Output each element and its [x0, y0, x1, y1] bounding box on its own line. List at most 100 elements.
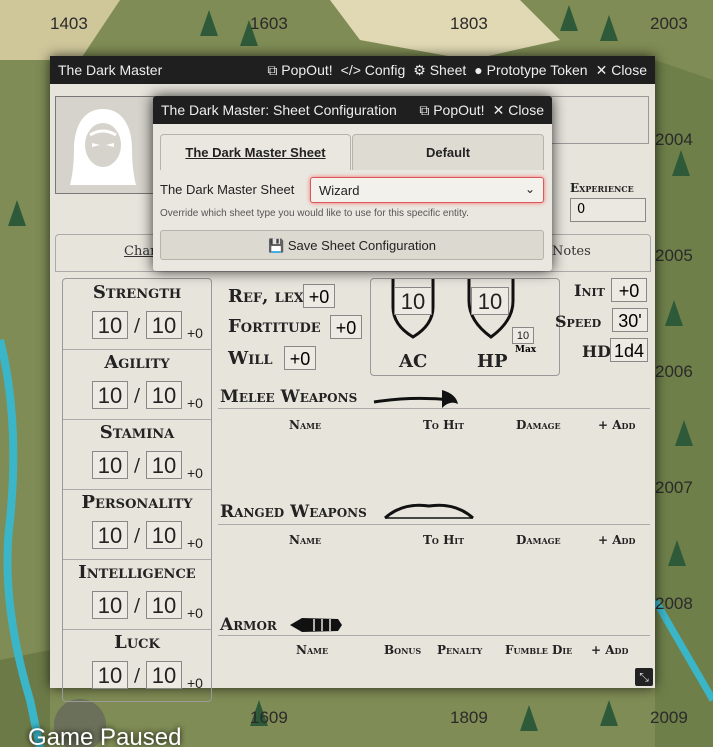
ability-stamina: Stamina 10 / 10 +0	[63, 419, 211, 490]
hp-label: HP	[477, 351, 508, 372]
config-button[interactable]: </> Config	[341, 62, 406, 78]
save-reflex-input[interactable]: +0	[303, 284, 335, 308]
hd-label: HD	[582, 342, 611, 361]
experience-input[interactable]: 0	[570, 198, 646, 222]
save-sheet-config-button[interactable]: 💾 Save Sheet Configuration	[160, 230, 544, 260]
melee-col-name: Name	[289, 418, 322, 432]
ability-label: Stamina	[99, 422, 175, 443]
ability-modifier: +0	[187, 605, 203, 621]
ac-input[interactable]: 10	[394, 287, 432, 315]
ranged-add-button[interactable]: + Add	[598, 533, 635, 547]
ability-max-input[interactable]: 10	[146, 451, 182, 479]
sheet-select-hint: Override which sheet type you would like…	[160, 208, 469, 219]
ability-max-input[interactable]: 10	[146, 591, 182, 619]
config-header[interactable]: The Dark Master: Sheet Configuration ⧉ P…	[153, 96, 552, 124]
ability-modifier: +0	[187, 325, 203, 341]
hex-label: 2007	[655, 478, 693, 497]
ability-current-input[interactable]: 10	[92, 521, 128, 549]
bow-icon	[384, 503, 474, 520]
config-close-button[interactable]: ✕ Close	[493, 102, 544, 119]
ability-label: Strength	[92, 282, 182, 303]
ability-luck: Luck 10 / 10 +0	[63, 629, 211, 699]
sheet-button[interactable]: ⚙ Sheet	[413, 62, 466, 79]
init-input[interactable]: +0	[611, 278, 647, 302]
hp-max-input[interactable]: 10	[512, 327, 534, 344]
armor-col-bonus: Bonus	[384, 643, 422, 657]
ac-label: AC	[399, 351, 428, 372]
ability-max-input[interactable]: 10	[146, 661, 182, 689]
config-title: The Dark Master: Sheet Configuration	[161, 102, 397, 118]
slash-separator: /	[134, 525, 141, 546]
ability-max-input[interactable]: 10	[146, 521, 182, 549]
ability-strength: Strength 10 / 10 +0	[63, 279, 211, 350]
armor-col-fumble: Fumble Die	[505, 643, 573, 657]
ability-label: Intelligence	[78, 562, 196, 583]
abilities-panel: Strength 10 / 10 +0 Agility 10 / 10 +0 S…	[62, 278, 212, 702]
ability-label: Agility	[104, 352, 170, 373]
melee-col-tohit: To Hit	[423, 418, 465, 432]
tab-default[interactable]: Default	[352, 134, 544, 170]
tree-icon	[520, 705, 538, 731]
ranged-col-name: Name	[289, 533, 322, 547]
melee-col-damage: Damage	[516, 418, 561, 432]
chevron-down-icon: ⌄	[524, 182, 535, 196]
speed-input[interactable]: 30'	[612, 308, 648, 332]
experience-label: Experience	[570, 181, 634, 195]
actor-portrait[interactable]	[55, 96, 155, 194]
section-divider	[218, 635, 650, 636]
save-will-input[interactable]: +0	[284, 346, 316, 370]
hex-label: 2003	[650, 14, 688, 33]
armor-col-name: Name	[296, 643, 329, 657]
ability-max-input[interactable]: 10	[146, 311, 182, 339]
hp-input[interactable]: 10	[471, 287, 509, 315]
code-icon: </>	[340, 62, 365, 78]
sheet-type-select[interactable]: Wizard ⌄	[310, 177, 544, 203]
ability-current-input[interactable]: 10	[92, 311, 128, 339]
tab-notes[interactable]: Notes	[552, 244, 591, 259]
armor-add-button[interactable]: + Add	[591, 643, 628, 657]
hex-label: 1403	[50, 14, 88, 33]
tree-icon	[675, 420, 693, 446]
ranged-weapons-title: Ranged Weapons	[220, 502, 367, 522]
prototype-token-button[interactable]: ● Prototype Token	[474, 62, 587, 78]
melee-add-button[interactable]: + Add	[598, 418, 635, 432]
save-will-label: Will	[228, 348, 273, 369]
sheet-select-label: The Dark Master Sheet	[160, 182, 295, 197]
close-icon: ✕	[492, 101, 509, 118]
hex-label: 2008	[655, 594, 693, 613]
hex-label: 2004	[655, 130, 693, 149]
close-icon: ✕	[595, 61, 612, 78]
gear-icon: ⚙	[413, 61, 430, 78]
hex-label: 1603	[250, 14, 288, 33]
slash-separator: /	[134, 315, 141, 336]
ability-personality: Personality 10 / 10 +0	[63, 489, 211, 560]
hooded-figure-icon	[70, 109, 136, 185]
close-button[interactable]: ✕ Close	[596, 62, 647, 79]
armor-title: Armor	[220, 615, 277, 635]
ability-current-input[interactable]: 10	[92, 381, 128, 409]
ability-current-input[interactable]: 10	[92, 451, 128, 479]
speed-label: Speed	[555, 312, 602, 331]
ability-modifier: +0	[187, 395, 203, 411]
popout-button[interactable]: ⧉ PopOut!	[267, 62, 332, 79]
tree-icon	[665, 300, 683, 326]
tree-icon	[668, 540, 686, 566]
init-label: Init	[574, 281, 605, 300]
resize-handle-icon[interactable]: ⤡	[635, 668, 653, 686]
tab-entity-sheet[interactable]: The Dark Master Sheet	[160, 134, 351, 170]
ability-modifier: +0	[187, 675, 203, 691]
save-fortitude-input[interactable]: +0	[330, 315, 362, 339]
ability-max-input[interactable]: 10	[146, 381, 182, 409]
slash-separator: /	[134, 665, 141, 686]
ability-current-input[interactable]: 10	[92, 661, 128, 689]
tree-icon	[200, 10, 218, 36]
sheet-header[interactable]: The Dark Master ⧉ PopOut! </> Config ⚙ S…	[50, 56, 655, 84]
slash-separator: /	[134, 455, 141, 476]
ability-current-input[interactable]: 10	[92, 591, 128, 619]
save-fortitude-label: Fortitude	[228, 316, 321, 337]
sheet-config-dialog: The Dark Master: Sheet Configuration ⧉ P…	[153, 96, 552, 271]
config-popout-button[interactable]: ⧉ PopOut!	[419, 102, 484, 119]
game-paused-label: Game Paused	[28, 724, 182, 747]
hd-input[interactable]: 1d4	[610, 338, 648, 362]
tree-icon	[8, 200, 26, 226]
